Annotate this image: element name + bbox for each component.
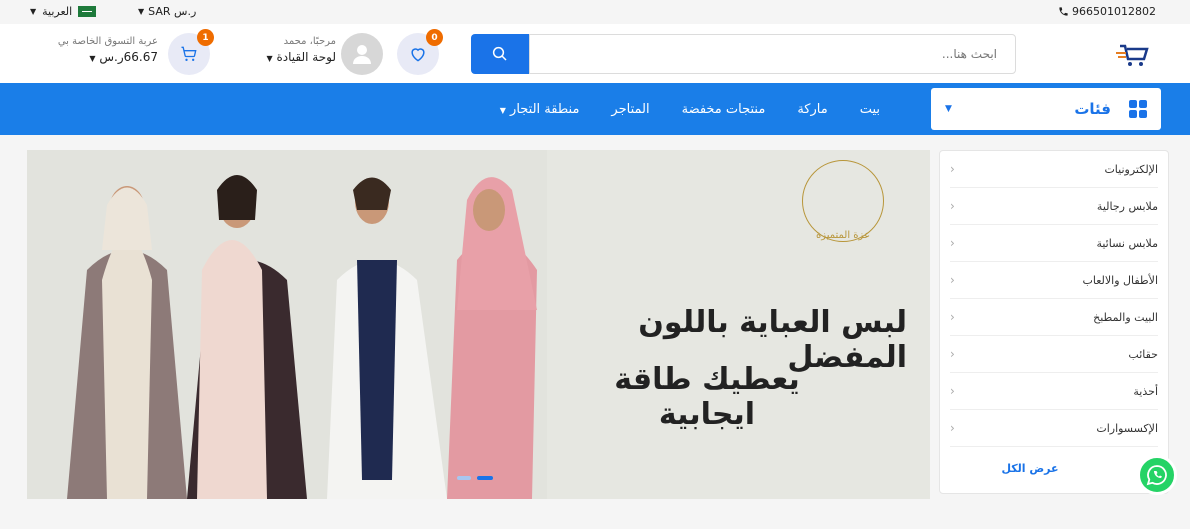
search-icon	[492, 46, 507, 61]
search-input[interactable]	[529, 34, 1016, 74]
carousel-dot-active[interactable]	[477, 476, 493, 480]
nav-links: بيت ماركة منتجات مخفضة المتاجر منطقة الت…	[470, 83, 880, 135]
store-logo-icon[interactable]	[1116, 40, 1150, 68]
heart-icon	[411, 48, 425, 62]
category-item-bags[interactable]: حقائب ‹	[950, 336, 1158, 373]
search-button[interactable]	[471, 34, 529, 74]
category-item-men[interactable]: ملابس رجالية ‹	[950, 188, 1158, 225]
header: عربة التسوق الخاصة بي 66.67ر.س ▼ 1 مرحبً…	[0, 24, 1190, 83]
nav-link-merchant-zone[interactable]: منطقة التجار ▼	[500, 102, 580, 117]
wishlist-button[interactable]: 0	[397, 29, 443, 75]
category-item-women[interactable]: ملابس نسائية ‹	[950, 225, 1158, 262]
whatsapp-button[interactable]	[1137, 455, 1177, 495]
carousel-dot[interactable]	[457, 476, 471, 480]
language-label: العربية	[42, 5, 73, 18]
categories-label: فئات	[1074, 100, 1111, 118]
chevron-left-icon: ‹	[950, 384, 955, 398]
top-bar: ▼ العربية ▼ SAR ر.س 966501012802	[0, 0, 1190, 24]
currency-selector[interactable]: ▼ SAR ر.س	[138, 5, 196, 18]
chevron-left-icon: ‹	[950, 347, 955, 361]
carousel-dots	[457, 476, 493, 480]
category-item-home-kitchen[interactable]: البيت والمطبخ ‹	[950, 299, 1158, 336]
chevron-left-icon: ‹	[950, 273, 955, 287]
nav-link-home[interactable]: بيت	[860, 102, 880, 117]
currency-label: SAR ر.س	[148, 5, 197, 18]
language-selector[interactable]: ▼ العربية	[30, 5, 97, 18]
hero-banner[interactable]: عزة المتميزة لبس العباية باللون المفضل ي…	[27, 150, 930, 499]
cart-count-badge: 1	[197, 29, 214, 46]
dashboard-link[interactable]: لوحة القيادة ▼	[244, 50, 336, 64]
view-all-link[interactable]: عرض الكل	[940, 462, 1120, 475]
cart-button[interactable]: 1	[168, 29, 214, 75]
category-item-accessories[interactable]: الإكسسوارات ‹	[950, 410, 1158, 447]
user-icon	[353, 45, 371, 64]
wishlist-count-badge: 0	[426, 29, 443, 46]
chevron-left-icon: ‹	[950, 421, 955, 435]
nav-link-stores[interactable]: المتاجر	[611, 102, 649, 117]
grid-icon	[1129, 100, 1147, 118]
chevron-down-icon: ▼	[138, 7, 145, 16]
nav-link-discounted[interactable]: منتجات مخفضة	[682, 102, 766, 117]
chevron-down-icon: ▼	[89, 54, 96, 63]
user-menu[interactable]: مرحبًا، محمد لوحة القيادة ▼	[244, 36, 336, 64]
greeting-text: مرحبًا، محمد	[283, 36, 336, 47]
chevron-left-icon: ‹	[950, 310, 955, 324]
category-item-electronics[interactable]: الإلكترونيات ‹	[950, 151, 1158, 188]
category-sidebar: الإلكترونيات ‹ ملابس رجالية ‹ ملابس نسائية…	[939, 150, 1169, 494]
chevron-down-icon: ▼	[30, 7, 37, 16]
chevron-left-icon: ‹	[950, 199, 955, 213]
chevron-down-icon: ▼	[945, 104, 952, 114]
models-photo	[27, 150, 547, 499]
whatsapp-icon	[1146, 465, 1167, 486]
phone-icon	[1059, 7, 1068, 16]
chevron-down-icon: ▼	[499, 105, 506, 115]
cart-total: 66.67ر.س ▼	[89, 50, 158, 64]
chevron-left-icon: ‹	[950, 236, 955, 250]
cart-title: عربة التسوق الخاصة بي	[57, 36, 158, 47]
brand-name: عزة المتميزة	[815, 230, 871, 241]
category-item-shoes[interactable]: أحذية ‹	[950, 373, 1158, 410]
banner-headline-2: يعطيك طاقة ايجابية	[614, 362, 800, 432]
chevron-left-icon: ‹	[950, 162, 955, 176]
saudi-flag-icon	[78, 6, 97, 17]
phone-number: 966501012802	[1072, 5, 1156, 18]
search-bar	[471, 34, 1016, 74]
chevron-down-icon: ▼	[266, 54, 273, 63]
categories-dropdown[interactable]: فئات ▼	[931, 88, 1161, 130]
avatar[interactable]	[341, 33, 383, 75]
phone-contact[interactable]: 966501012802	[1058, 5, 1156, 18]
cart-summary[interactable]: عربة التسوق الخاصة بي 66.67ر.س ▼	[34, 36, 158, 64]
main-nav: بيت ماركة منتجات مخفضة المتاجر منطقة الت…	[0, 83, 1190, 135]
category-item-kids-toys[interactable]: الأطفال والالعاب ‹	[950, 262, 1158, 299]
nav-link-brand[interactable]: ماركة	[797, 102, 827, 117]
cart-icon	[181, 46, 197, 61]
